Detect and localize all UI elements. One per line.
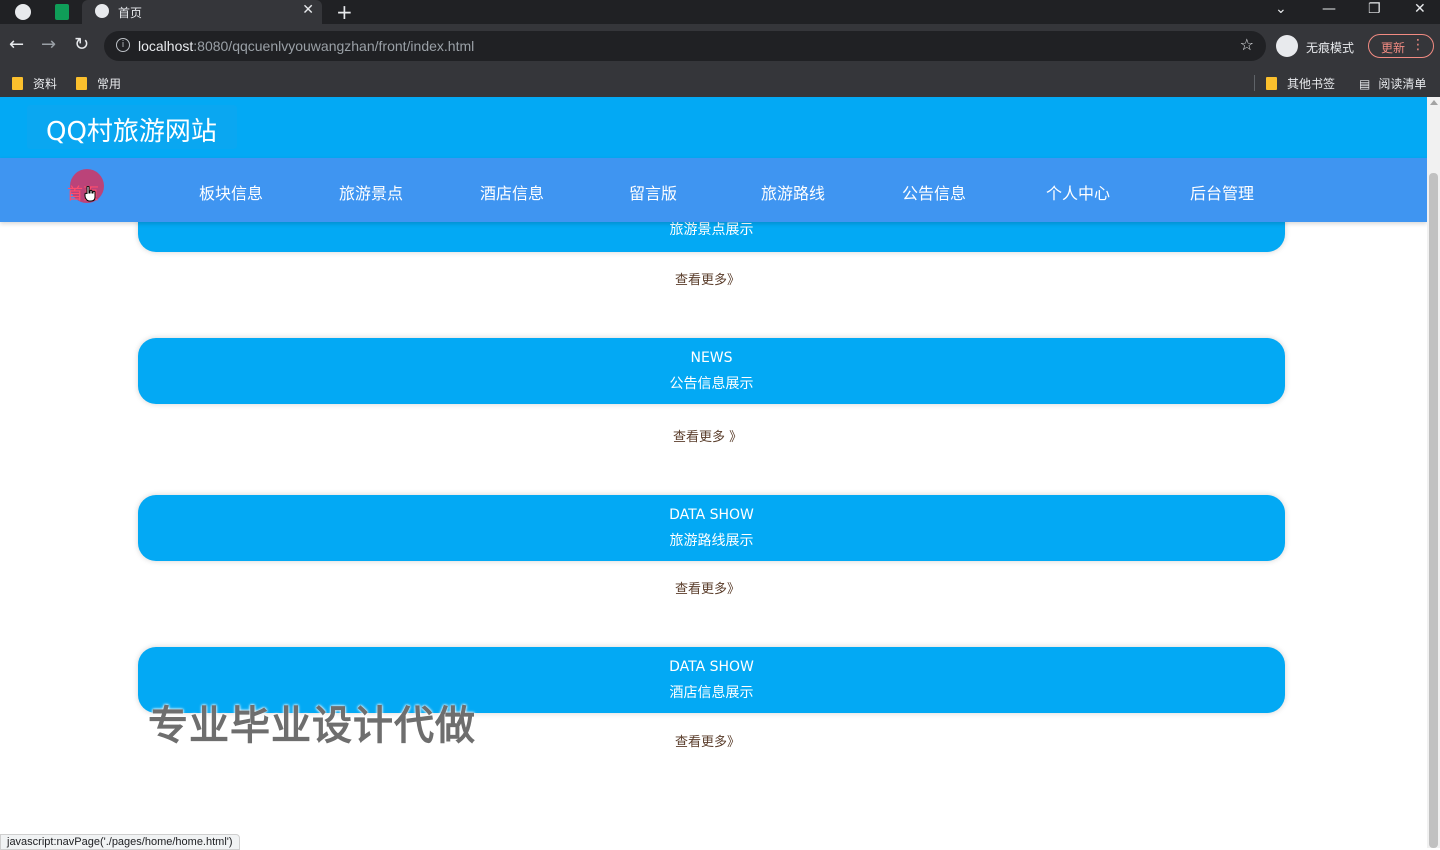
tab-home[interactable]: 首页 ✕ [82,0,322,24]
view-more-link[interactable]: 查看更多 》 [673,426,742,445]
browser-tab-bar: 首页 ✕ + ⌄ — ❐ ✕ [0,0,1440,24]
web-page: 旅游景点展示 查看更多》 NEWS 公告信息展示 查看更多 》 DATA SHO… [0,97,1427,848]
reading-list-icon: ▤ [1359,77,1371,91]
window-close-icon[interactable]: ✕ [1414,1,1426,17]
globe-icon[interactable] [15,4,31,20]
chevron-down-icon[interactable]: ⌄ [1275,1,1287,17]
section-en-title: DATA SHOW [669,507,754,523]
browser-toolbar: ← → ↻ i localhost:8080/qqcuenlvyouwangzh… [0,24,1440,69]
bookmarks-bar: 资料 常用 其他书签 ▤ 阅读清单 [0,69,1440,97]
restore-icon[interactable]: ❐ [1368,1,1381,17]
incognito-icon[interactable] [1276,35,1298,57]
bookmark-star-icon[interactable]: ☆ [1240,35,1254,54]
nav-routes[interactable]: 旅游路线 [761,180,825,204]
update-button[interactable]: 更新 ⋮ [1368,34,1434,58]
view-more-link[interactable]: 查看更多》 [675,269,740,288]
section-en-title: NEWS [690,350,733,366]
nav-admin[interactable]: 后台管理 [1190,180,1254,204]
watermark-text: 专业毕业设计代做 [148,703,476,749]
nav-guestbook[interactable]: 留言版 [629,180,677,204]
nav-hotels[interactable]: 酒店信息 [480,180,544,204]
section-cn-title: 旅游景点展示 [669,222,754,238]
back-icon[interactable]: ← [9,34,24,55]
section-header: DATA SHOW 旅游路线展示 [138,495,1285,561]
section-cn-title: 公告信息展示 [669,376,754,392]
main-nav: 首页 板块信息 旅游景点 酒店信息 留言版 旅游路线 公告信息 个人中心 后台管… [0,158,1427,222]
folder-icon [12,77,23,90]
bookmark-label: 常用 [97,77,122,91]
tab-title: 首页 [118,6,143,20]
url-host: localhost [138,38,194,54]
page-scrollbar[interactable] [1427,97,1440,848]
section-header: NEWS 公告信息展示 [138,338,1285,404]
sheets-icon[interactable] [55,4,69,20]
section-cn-title: 旅游路线展示 [669,533,754,549]
other-bookmarks[interactable]: 其他书签 [1266,75,1335,92]
new-tab-icon[interactable]: + [336,0,353,24]
bookmark-folder[interactable]: 常用 [76,75,121,92]
divider [1254,75,1255,91]
scrollbar-thumb[interactable] [1429,173,1438,848]
view-more-link[interactable]: 查看更多》 [675,731,740,750]
scroll-up-icon[interactable] [1430,100,1438,105]
site-logo[interactable]: QQ村旅游网站 [46,111,217,148]
hand-cursor-icon [84,186,96,202]
minimize-icon[interactable]: — [1322,1,1336,17]
bookmark-folder[interactable]: 资料 [12,75,57,92]
nav-sections[interactable]: 板块信息 [199,180,263,204]
bookmark-label: 其他书签 [1287,77,1336,91]
reload-icon[interactable]: ↻ [74,34,89,55]
folder-icon [1266,77,1277,90]
globe-icon [95,4,109,18]
url-text: localhost:8080/qqcuenlvyouwangzhan/front… [138,38,474,54]
more-menu-icon[interactable]: ⋮ [1411,37,1425,53]
incognito-label: 无痕模式 [1306,41,1355,55]
bookmark-label: 阅读清单 [1378,77,1427,91]
forward-icon[interactable]: → [41,34,56,55]
info-icon[interactable]: i [116,38,130,52]
reading-list[interactable]: ▤ 阅读清单 [1359,75,1426,92]
update-label: 更新 [1381,41,1406,55]
address-bar[interactable]: i localhost:8080/qqcuenlvyouwangzhan/fro… [104,31,1266,61]
view-more-link[interactable]: 查看更多》 [675,578,740,597]
close-icon[interactable]: ✕ [302,2,314,18]
nav-attractions[interactable]: 旅游景点 [339,180,403,204]
folder-icon [76,77,87,90]
site-header: QQ村旅游网站 [0,97,1427,158]
bookmark-label: 资料 [33,77,58,91]
url-path: :8080/qqcuenlvyouwangzhan/front/index.ht… [193,38,475,54]
section-en-title: DATA SHOW [669,659,754,675]
nav-profile[interactable]: 个人中心 [1046,180,1110,204]
nav-announcements[interactable]: 公告信息 [902,180,966,204]
